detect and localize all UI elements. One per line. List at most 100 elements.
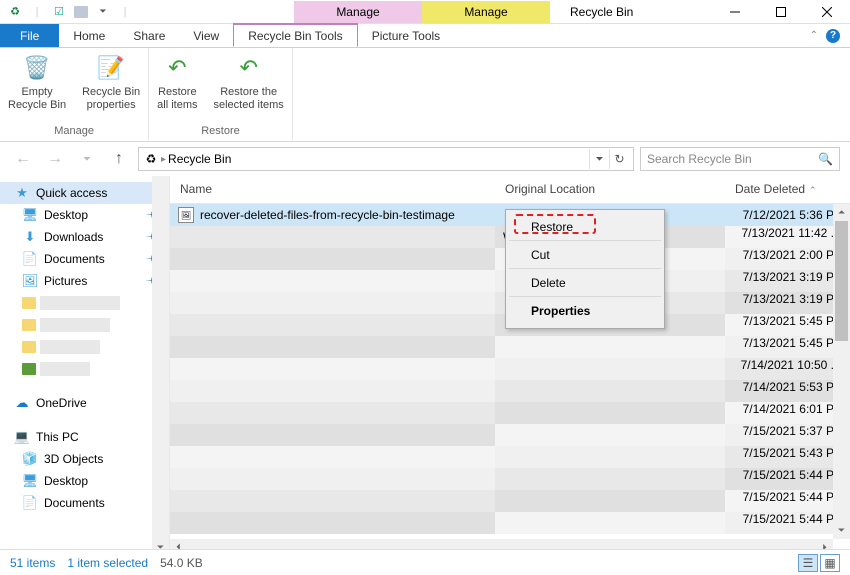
restore-all-button[interactable]: ↶ Restore all items [149, 50, 205, 123]
minimize-button[interactable] [712, 0, 758, 24]
desktop-icon: 🖥 [22, 473, 38, 489]
sidebar-folder-blurred[interactable] [22, 336, 169, 358]
table-row[interactable]: 7/15/2021 5:44 P [170, 512, 850, 534]
restore-selected-icon: ↶ [233, 52, 265, 84]
status-item-count: 51 items [10, 556, 55, 570]
table-row[interactable]: 7/15/2021 5:43 P [170, 446, 850, 468]
breadcrumb-item[interactable]: Recycle Bin [168, 152, 231, 166]
blurred-cell [170, 314, 495, 336]
column-header-date[interactable]: Date Deleted⌃ [725, 176, 850, 203]
file-date: 7/13/2021 5:45 P [725, 336, 850, 358]
collapse-ribbon-icon[interactable]: ⌃ [810, 30, 818, 41]
tab-home[interactable]: Home [59, 24, 119, 47]
sidebar-downloads[interactable]: ⬇ Downloads 📌 [0, 226, 169, 248]
history-dropdown[interactable]: ⏷ [74, 146, 100, 172]
recycle-bin-icon: ♻ [143, 151, 159, 167]
sidebar-quick-access[interactable]: ★ Quick access [0, 182, 169, 204]
table-row[interactable]: 7/13/2021 5:45 P [170, 336, 850, 358]
sidebar-documents2[interactable]: 📄 Documents [0, 492, 169, 514]
sidebar-desktop2[interactable]: 🖥 Desktop [0, 470, 169, 492]
blurred-cell [170, 336, 495, 358]
sidebar-onedrive[interactable]: ☁ OneDrive [0, 392, 169, 414]
column-header-name[interactable]: Name [170, 176, 495, 203]
tab-share[interactable]: Share [119, 24, 179, 47]
3d-icon: 🧊 [22, 451, 38, 467]
table-row[interactable]: 7/15/2021 5:37 P [170, 424, 850, 446]
file-date: 7/15/2021 5:44 P [725, 490, 850, 512]
table-row[interactable]: 7/14/2021 10:50 . [170, 358, 850, 380]
sidebar-scrollbar[interactable]: ⏷ [152, 176, 169, 556]
desktop-icon: 🖥 [22, 207, 38, 223]
blurred-cell [495, 446, 725, 468]
up-button[interactable]: ↑ [106, 146, 132, 172]
breadcrumb-separator[interactable]: ▸ [161, 154, 166, 165]
context-menu: Restore Cut Delete Properties [505, 209, 665, 329]
recycle-bin-properties-button[interactable]: 📝 Recycle Bin properties [74, 50, 148, 123]
sidebar-desktop[interactable]: 🖥 Desktop 📌 [0, 204, 169, 226]
blurred-cell [170, 446, 495, 468]
blurred-cell [170, 292, 495, 314]
qat-dropdown-icon[interactable]: ⏷ [94, 3, 112, 21]
file-date: 7/15/2021 5:37 P [725, 424, 850, 446]
3d-label: 3D Objects [44, 452, 103, 466]
new-folder-icon[interactable] [72, 3, 90, 21]
blurred-cell [170, 490, 495, 512]
restore-selected-button[interactable]: ↶ Restore the selected items [206, 50, 292, 123]
sidebar-this-pc[interactable]: 💻 This PC [0, 426, 169, 448]
scroll-up-icon[interactable]: ⏶ [833, 204, 850, 221]
onedrive-label: OneDrive [36, 396, 87, 410]
ribbon-group-restore: ↶ Restore all items ↶ Restore the select… [149, 48, 293, 141]
back-button[interactable]: ← [10, 146, 36, 172]
close-button[interactable] [804, 0, 850, 24]
content-area: ★ Quick access 🖥 Desktop 📌 ⬇ Downloads 📌… [0, 176, 850, 556]
history-dropdown-icon[interactable]: ⏷ [589, 149, 609, 169]
sidebar-folder-blurred[interactable] [22, 358, 169, 380]
blurred-cell [170, 402, 495, 424]
empty-recycle-bin-button[interactable]: 🗑️ Empty Recycle Bin [0, 50, 74, 123]
file-date: 7/12/2021 5:36 P [725, 208, 850, 222]
cloud-icon: ☁ [14, 395, 30, 411]
documents-label: Documents [44, 252, 105, 266]
table-row[interactable]: 7/15/2021 5:44 P [170, 468, 850, 490]
file-date: 7/13/2021 2:00 P [725, 248, 850, 270]
menu-restore[interactable]: Restore [509, 213, 661, 241]
sidebar-documents[interactable]: 📄 Documents 📌 [0, 248, 169, 270]
scroll-down-icon[interactable]: ⏷ [833, 522, 850, 539]
status-selected-count: 1 item selected [67, 556, 148, 570]
column-headers: Name Original Location Date Deleted⌃ [170, 176, 850, 204]
table-row[interactable]: 7/14/2021 5:53 P [170, 380, 850, 402]
vertical-scrollbar[interactable]: ⏶ ⏷ [833, 204, 850, 539]
help-icon[interactable]: ? [826, 29, 840, 43]
view-large-icon[interactable]: ▦ [820, 554, 840, 572]
file-date: 7/13/2021 5:45 P [725, 314, 850, 336]
window-title: Recycle Bin [570, 5, 633, 19]
address-box[interactable]: ♻ ▸ Recycle Bin ⏷ ↻ [138, 147, 634, 171]
menu-delete[interactable]: Delete [509, 269, 661, 297]
restore-all-icon: ↶ [161, 52, 193, 84]
search-icon[interactable]: 🔍 [818, 152, 833, 166]
table-row[interactable]: 7/15/2021 5:44 P [170, 490, 850, 512]
properties-icon[interactable]: ☑ [50, 3, 68, 21]
scroll-thumb[interactable] [835, 221, 848, 341]
tab-view[interactable]: View [179, 24, 233, 47]
sidebar-pictures[interactable]: 🖼 Pictures 📌 [0, 270, 169, 292]
blurred-cell [495, 512, 725, 534]
search-input[interactable]: Search Recycle Bin 🔍 [640, 147, 840, 171]
sidebar-folder-blurred[interactable] [22, 314, 169, 336]
maximize-button[interactable] [758, 0, 804, 24]
table-row[interactable]: 7/14/2021 6:01 P [170, 402, 850, 424]
tab-picture-tools[interactable]: Picture Tools [358, 24, 454, 47]
sidebar-folder-blurred[interactable] [22, 292, 169, 314]
blurred-cell [495, 380, 725, 402]
column-header-location[interactable]: Original Location [495, 176, 725, 203]
menu-properties[interactable]: Properties [509, 297, 661, 325]
tab-recycle-bin-tools[interactable]: Recycle Bin Tools [233, 23, 358, 47]
blurred-cell [170, 512, 495, 534]
tab-file[interactable]: File [0, 24, 59, 47]
menu-cut[interactable]: Cut [509, 241, 661, 269]
forward-button[interactable]: → [42, 146, 68, 172]
sidebar-3d-objects[interactable]: 🧊 3D Objects [0, 448, 169, 470]
view-details-icon[interactable]: ☰ [798, 554, 818, 572]
refresh-icon[interactable]: ↻ [609, 149, 629, 169]
qat-separator2: | [116, 3, 134, 21]
